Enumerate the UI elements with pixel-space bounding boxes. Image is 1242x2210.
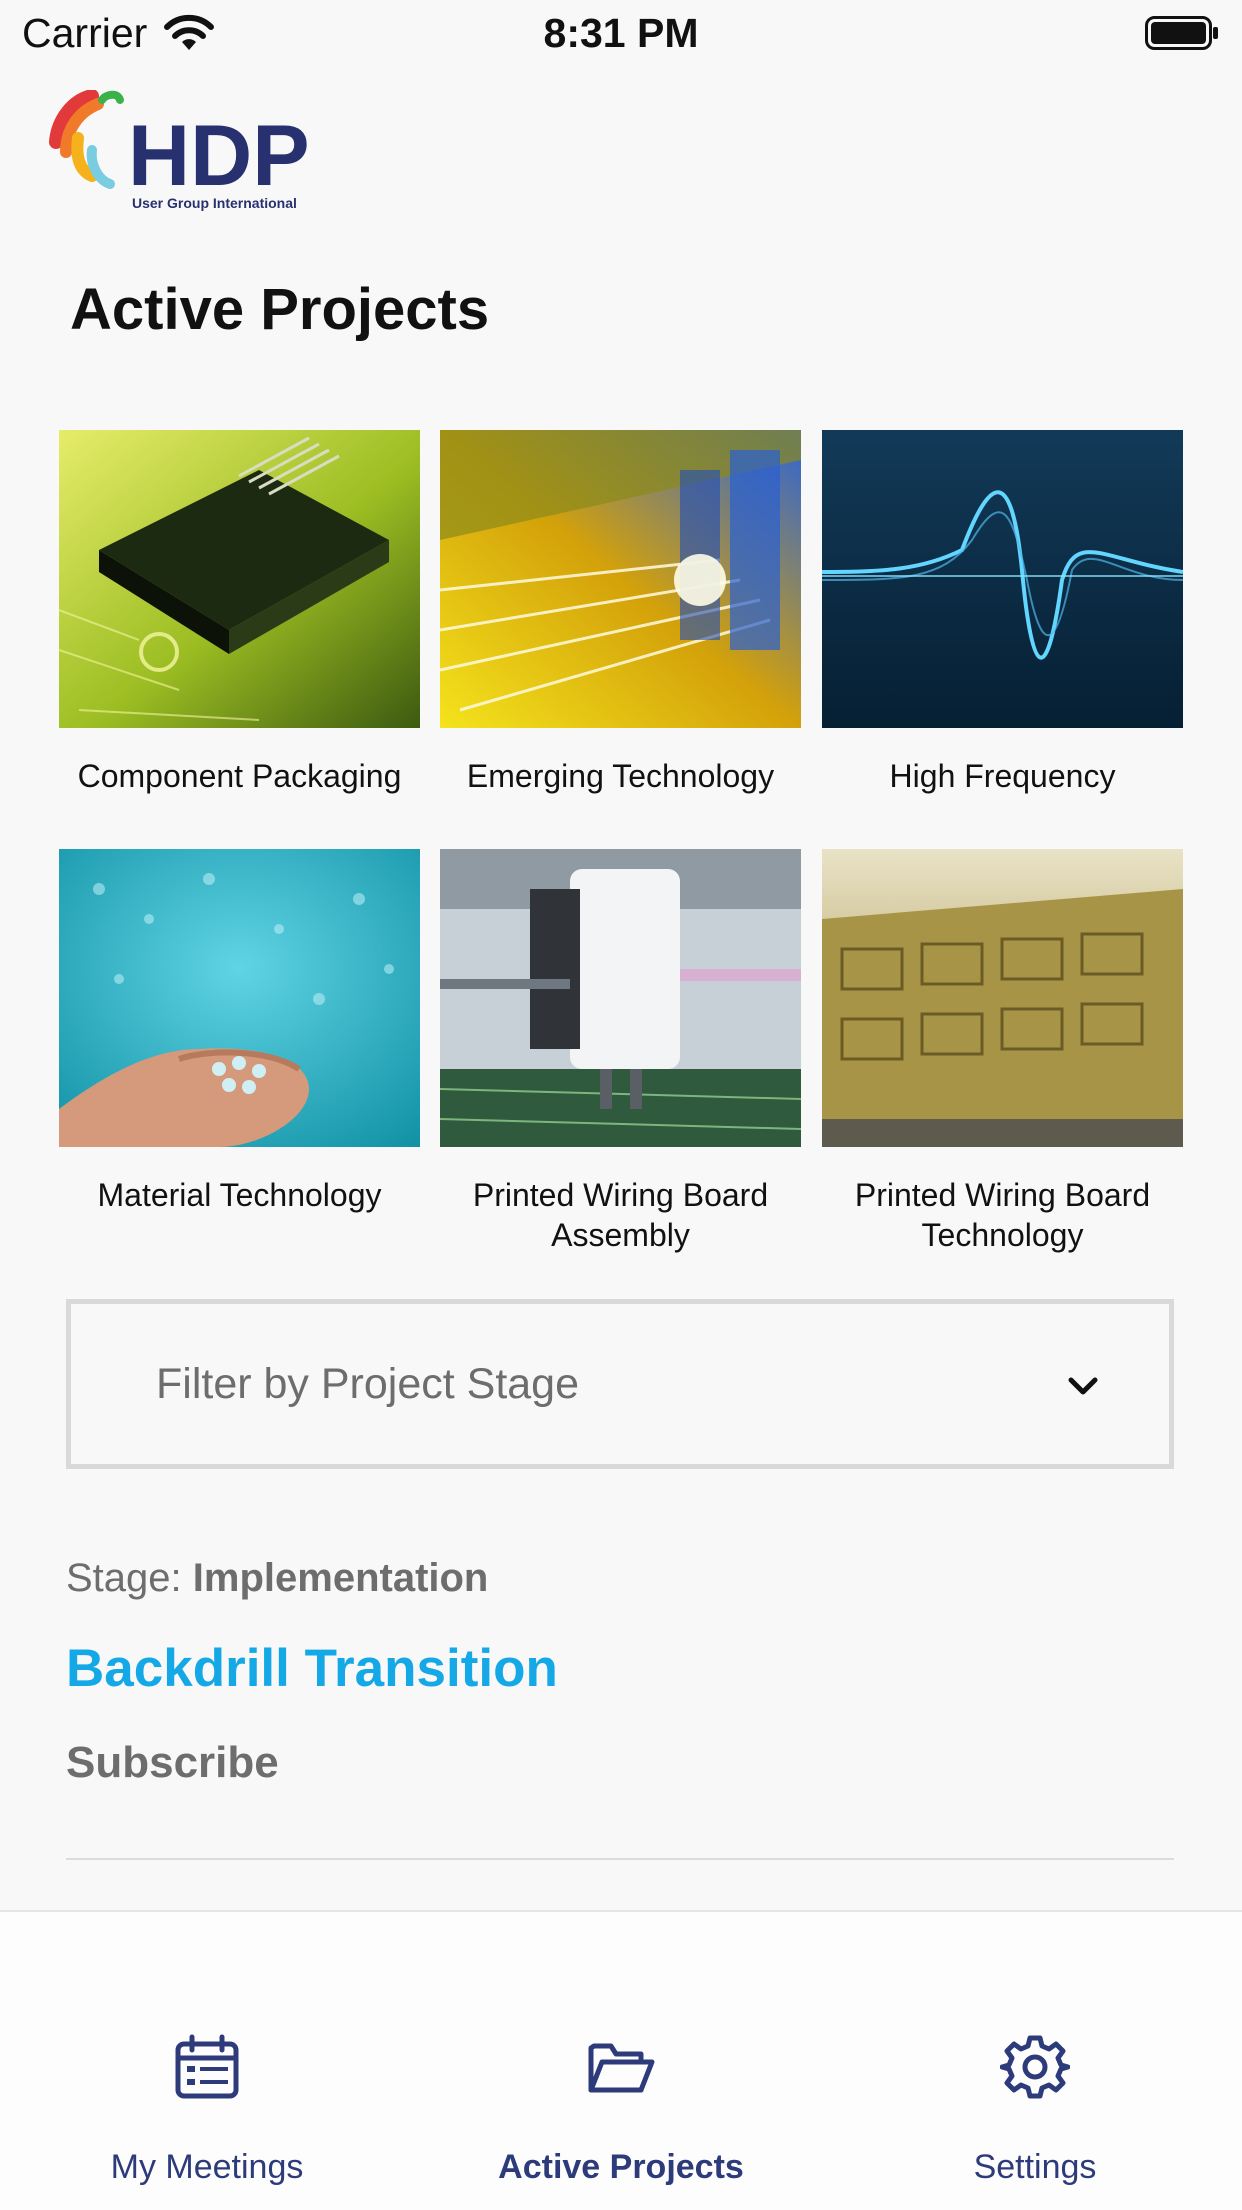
tab-bar: My Meetings Active Projects Settings (0, 1910, 1242, 2210)
project-tile-high-frequency[interactable]: High Frequency (822, 430, 1183, 796)
project-stage-filter[interactable]: Filter by Project Stage (66, 1299, 1174, 1469)
gear-icon (1000, 2035, 1070, 2099)
project-tile-material-technology[interactable]: Material Technology (59, 849, 420, 1215)
project-title-link[interactable]: Backdrill Transition (66, 1638, 558, 1699)
tile-label: Printed Wiring Board Assembly (472, 1177, 769, 1253)
tile-label: Printed Wiring Board Technology (854, 1177, 1151, 1253)
chevron-down-icon (1068, 1377, 1098, 1395)
pcb-panel-image (822, 849, 1183, 1147)
divider (66, 1858, 1174, 1860)
light-speed-image (440, 430, 801, 728)
chip-image (59, 430, 420, 728)
granules-image (59, 849, 420, 1147)
filter-placeholder: Filter by Project Stage (156, 1360, 580, 1408)
hdp-logo: HDP User Group International (49, 90, 310, 211)
clock: 8:31 PM (543, 10, 699, 56)
project-stage: Stage: Implementation (66, 1556, 488, 1601)
tab-settings[interactable]: Settings (828, 1912, 1242, 2210)
page-title: Active Projects (70, 277, 490, 342)
stage-prefix: Stage: (66, 1556, 182, 1600)
project-tile-emerging-technology[interactable]: Emerging Technology (440, 430, 801, 796)
logo-letters: HDP (128, 108, 310, 204)
project-tile-pwb-technology[interactable]: Printed Wiring Board Technology (822, 849, 1183, 1255)
tile-label: High Frequency (889, 758, 1116, 794)
tab-active-projects[interactable]: Active Projects (414, 1912, 828, 2210)
stage-value: Implementation (192, 1556, 489, 1600)
project-tile-pwb-assembly[interactable]: Printed Wiring Board Assembly (440, 849, 801, 1255)
tile-label: Emerging Technology (466, 758, 775, 794)
status-bar: Carrier 8:31 PM (0, 0, 1242, 66)
tab-label: Settings (973, 2148, 1097, 2186)
subscribe-button[interactable]: Subscribe (66, 1738, 279, 1788)
tile-label: Component Packaging (77, 758, 402, 794)
tile-label: Material Technology (97, 1177, 382, 1213)
folder-icon (588, 2043, 655, 2093)
tab-label: My Meetings (110, 2148, 304, 2186)
wave-image (822, 430, 1183, 728)
project-tile-component-packaging[interactable]: Component Packaging (59, 430, 420, 796)
logo-tagline: User Group International (132, 195, 297, 211)
tab-my-meetings[interactable]: My Meetings (0, 1912, 414, 2210)
tab-label: Active Projects (498, 2148, 744, 2186)
battery-icon (1145, 16, 1218, 50)
calendar-icon (175, 2034, 239, 2099)
assembly-machine-image (440, 849, 801, 1147)
